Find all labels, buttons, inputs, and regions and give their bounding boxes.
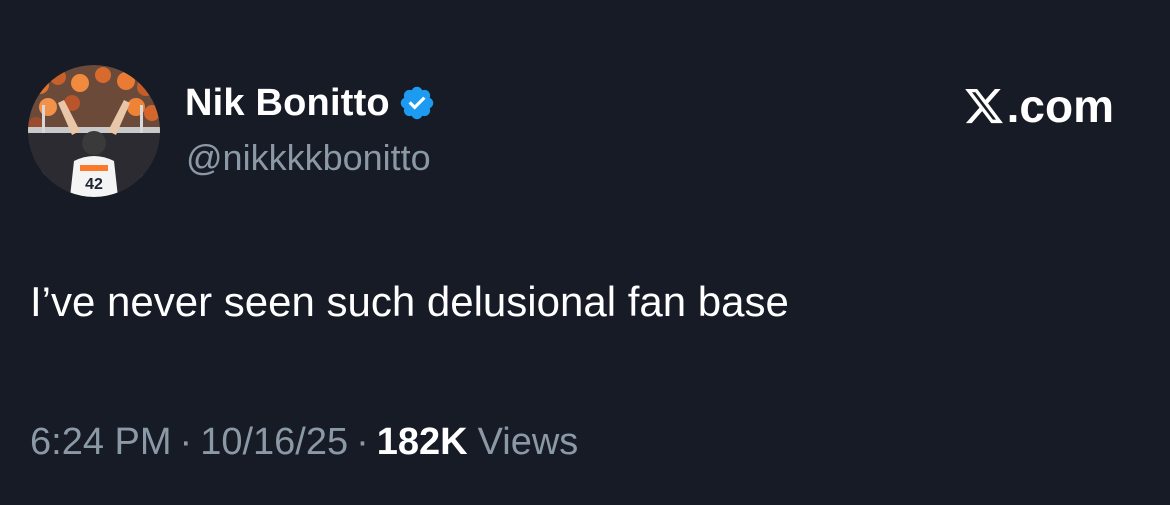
x-logo-icon: [963, 84, 1005, 128]
meta-separator: ·: [356, 421, 369, 463]
views-count[interactable]: 182K: [377, 421, 468, 464]
avatar[interactable]: 42: [28, 65, 160, 197]
brand-domain-text: .com: [1006, 80, 1114, 132]
meta-separator: ·: [179, 421, 193, 463]
author-handle[interactable]: @nikkkkbonitto: [186, 137, 431, 179]
svg-text:42: 42: [85, 176, 103, 193]
tweet-text: I’ve never seen such delusional fan base: [30, 278, 789, 325]
brand-logo: .com: [963, 78, 1114, 134]
verified-badge-icon: [398, 84, 436, 122]
tweet-date[interactable]: 10/16/25: [200, 421, 348, 464]
tweet-time[interactable]: 6:24 PM: [30, 421, 172, 464]
author-name-row[interactable]: Nik Bonitto: [185, 80, 436, 126]
views-label: Views: [477, 421, 579, 463]
tweet-meta: 6:24 PM · 10/16/25 · 182K Views: [30, 421, 578, 464]
author-name[interactable]: Nik Bonitto: [185, 82, 390, 125]
tweet-card: 42 Nik Bonitto @nikkkkbonitto .com I’ve …: [0, 0, 1170, 505]
avatar-photo: 42: [28, 65, 160, 197]
